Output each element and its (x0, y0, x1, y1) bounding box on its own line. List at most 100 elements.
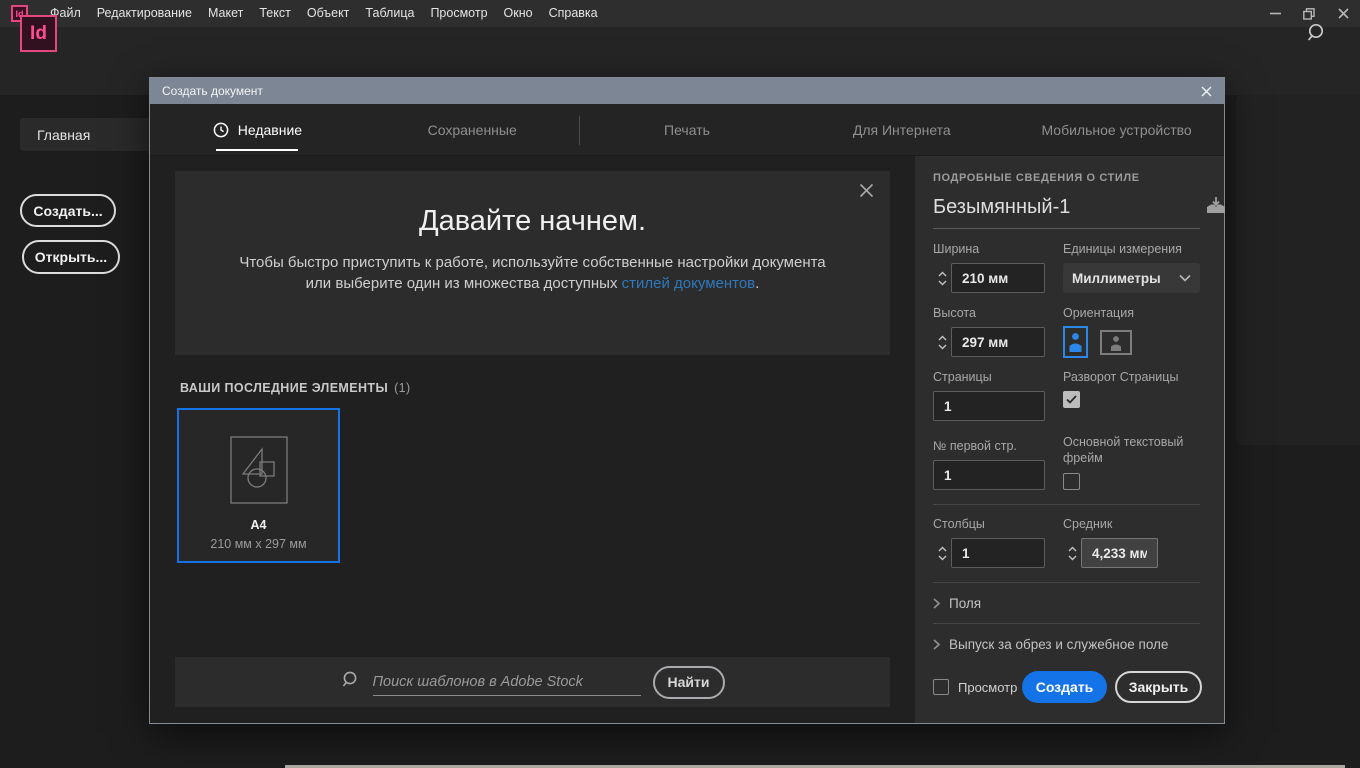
create-button[interactable]: Создать (1022, 671, 1107, 703)
chevron-up-icon (938, 271, 947, 277)
dialog-close-icon[interactable] (1201, 86, 1212, 97)
orientation-portrait-icon[interactable] (1063, 326, 1088, 358)
bleed-section-toggle[interactable]: Выпуск за обрез и служебное поле (933, 637, 1200, 652)
home-create-button[interactable]: Создать... (20, 194, 116, 227)
tab-web[interactable]: Для Интернета (794, 104, 1009, 155)
menu-window[interactable]: Окно (496, 0, 541, 27)
sidebar-item-home[interactable]: Главная (20, 118, 156, 151)
primary-text-frame-label: Основной текстовый фрейм (1063, 434, 1200, 466)
tab-web-label: Для Интернета (853, 122, 951, 138)
menubar: Id Файл Редактирование Макет Текст Объек… (0, 0, 1360, 27)
menu-object[interactable]: Объект (299, 0, 358, 27)
stock-search-input[interactable] (373, 668, 641, 696)
margins-section-label: Поля (949, 596, 981, 611)
width-input[interactable] (951, 263, 1045, 293)
tab-mobile-label: Мобильное устройство (1041, 122, 1191, 138)
menu-type[interactable]: Текст (251, 0, 298, 27)
hero-card: Давайте начнем. Чтобы быстро приступить … (175, 171, 890, 355)
chevron-right-icon (933, 639, 940, 650)
columns-input[interactable] (951, 538, 1045, 568)
units-dropdown[interactable]: Миллиметры (1063, 263, 1200, 293)
bleed-section-label: Выпуск за обрез и служебное поле (949, 637, 1168, 652)
pages-facing-row: Страницы Разворот Страницы (933, 370, 1200, 421)
primary-text-frame-checkbox[interactable] (1063, 473, 1080, 490)
chevron-down-icon (938, 344, 947, 350)
height-input[interactable] (951, 327, 1045, 357)
divider (933, 504, 1200, 505)
start-page-input[interactable] (933, 460, 1045, 490)
columns-stepper[interactable] (933, 546, 951, 561)
close-window-icon[interactable] (1326, 0, 1360, 27)
hero-close-icon[interactable] (859, 183, 874, 203)
hero-body: Чтобы быстро приступить к работе, исполь… (228, 252, 838, 294)
document-name-row (933, 196, 1200, 229)
gutter-input[interactable] (1081, 538, 1158, 568)
width-label: Ширина (933, 242, 1045, 256)
units-label: Единицы измерения (1063, 242, 1200, 256)
preview-checkbox[interactable] (933, 679, 949, 695)
create-document-dialog: Создать документ Недавние Сохраненные Пе… (150, 78, 1224, 723)
check-icon (1066, 395, 1077, 404)
facing-pages-checkbox[interactable] (1063, 391, 1080, 408)
divider (933, 582, 1200, 583)
columns-gutter-row: Столбцы Средник (933, 517, 1200, 568)
columns-label: Столбцы (933, 517, 1045, 531)
chevron-down-icon (1068, 555, 1077, 561)
tab-saved[interactable]: Сохраненные (365, 104, 580, 155)
document-styles-link[interactable]: стилей документов (622, 275, 756, 292)
save-preset-icon[interactable] (1206, 197, 1226, 219)
search-icon[interactable] (1306, 22, 1329, 50)
indesign-logo-text: Id (30, 23, 47, 45)
height-stepper[interactable] (933, 335, 951, 350)
tab-recent-label: Недавние (238, 122, 302, 138)
pages-input[interactable] (933, 391, 1045, 421)
tab-mobile[interactable]: Мобильное устройство (1009, 104, 1224, 155)
dialog-actions: Просмотр Создать Закрыть (933, 671, 1202, 703)
preset-details-panel: ПОДРОБНЫЕ СВЕДЕНИЯ О СТИЛЕ Ширина (915, 156, 1224, 723)
height-orientation-row: Высота Ориентация (933, 306, 1200, 357)
clock-icon (213, 122, 229, 138)
preset-details-heading: ПОДРОБНЫЕ СВЕДЕНИЯ О СТИЛЕ (933, 172, 1200, 184)
menu-view[interactable]: Просмотр (422, 0, 495, 27)
menu-items: Файл Редактирование Макет Текст Объект Т… (42, 0, 606, 27)
dialog-main: Давайте начнем. Чтобы быстро приступить … (150, 156, 915, 723)
orientation-label: Ориентация (1063, 306, 1200, 320)
tab-recent[interactable]: Недавние (150, 104, 365, 155)
recent-count: (1) (394, 381, 410, 395)
chevron-up-icon (938, 335, 947, 341)
preview-label: Просмотр (958, 680, 1017, 695)
startpage-frame-row: № первой стр. Основной текстовый фрейм (933, 434, 1200, 490)
home-open-button[interactable]: Открыть... (22, 240, 120, 274)
start-page-label: № первой стр. (933, 439, 1045, 453)
indesign-window: Id Файл Редактирование Макет Текст Объек… (0, 0, 1360, 768)
hero-body-period: . (755, 275, 759, 292)
document-name-input[interactable] (933, 196, 1198, 219)
chevron-down-icon (938, 280, 947, 286)
divider (933, 623, 1200, 624)
recent-item-a4[interactable]: A4 210 мм x 297 мм (177, 408, 340, 563)
dialog-titlebar[interactable]: Создать документ (150, 78, 1224, 104)
orientation-landscape-icon[interactable] (1100, 330, 1132, 355)
recent-item-name: A4 (251, 518, 267, 532)
recent-item-size: 210 мм x 297 мм (210, 537, 306, 551)
find-button[interactable]: Найти (653, 666, 725, 699)
gutter-stepper[interactable] (1063, 546, 1081, 561)
chevron-down-icon (1179, 274, 1191, 282)
gutter-label: Средник (1063, 517, 1158, 531)
menu-edit[interactable]: Редактирование (89, 0, 200, 27)
stock-search-bar: Найти (175, 657, 890, 707)
close-button[interactable]: Закрыть (1115, 671, 1202, 703)
menu-help[interactable]: Справка (541, 0, 606, 27)
menu-table[interactable]: Таблица (357, 0, 422, 27)
margins-section-toggle[interactable]: Поля (933, 596, 1200, 611)
search-icon (341, 670, 361, 695)
tab-print[interactable]: Печать (580, 104, 795, 155)
width-stepper[interactable] (933, 271, 951, 286)
facing-pages-label: Разворот Страницы (1063, 370, 1200, 384)
active-tab-underline (216, 149, 298, 152)
document-preset-icon (230, 436, 288, 504)
width-units-row: Ширина Единицы измерения Миллиметр (933, 242, 1200, 293)
minimize-icon[interactable] (1258, 0, 1292, 27)
tab-divider (579, 116, 580, 145)
menu-layout[interactable]: Макет (200, 0, 251, 27)
